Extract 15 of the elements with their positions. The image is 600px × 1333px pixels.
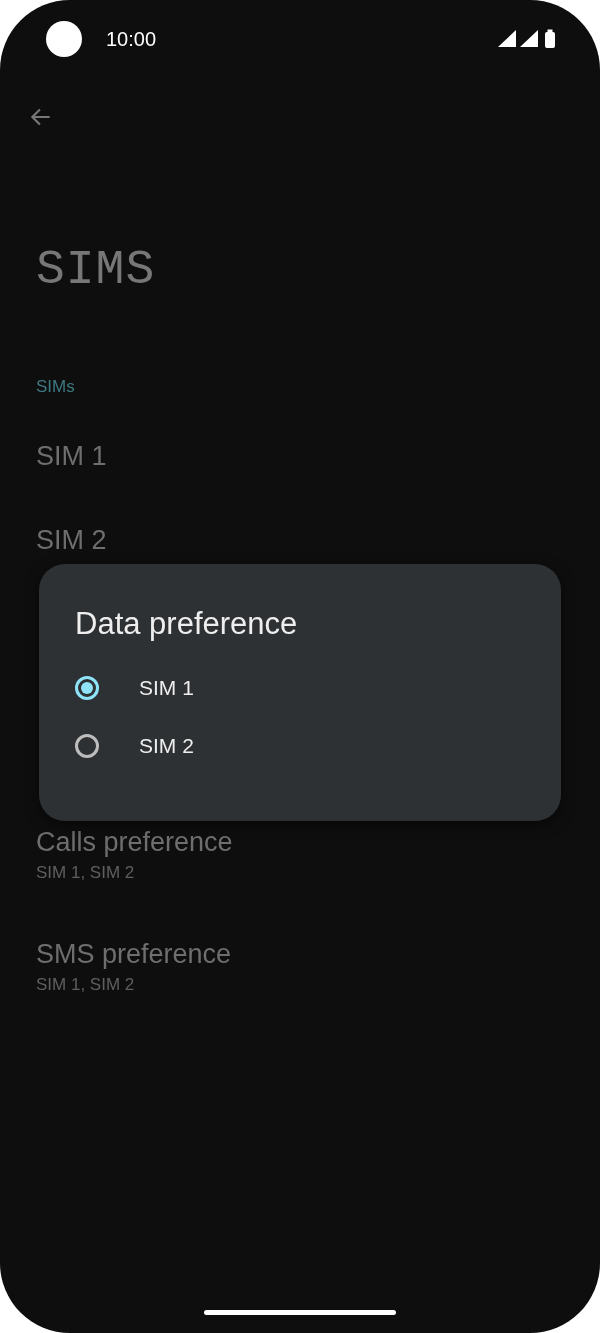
radio-button[interactable]	[75, 676, 99, 700]
preference-summary: SIM 1, SIM 2	[36, 863, 135, 883]
radio-option[interactable]: SIM 1	[75, 676, 194, 700]
radio-button[interactable]	[75, 734, 99, 758]
dialog-title: Data preference	[75, 606, 298, 642]
page-title: SIMS	[36, 244, 156, 296]
sim-item[interactable]: SIM 2	[36, 523, 107, 557]
preference-title[interactable]: SMS preference	[36, 937, 232, 971]
preference-title[interactable]: Calls preference	[36, 825, 233, 859]
section-header: SIMs	[36, 376, 75, 398]
preference-summary: SIM 1, SIM 2	[36, 975, 135, 995]
status-time: 10:00	[106, 27, 158, 51]
sim-item[interactable]: SIM 1	[36, 439, 107, 473]
radio-option[interactable]: SIM 2	[75, 734, 194, 758]
camera-cutout	[46, 21, 82, 57]
